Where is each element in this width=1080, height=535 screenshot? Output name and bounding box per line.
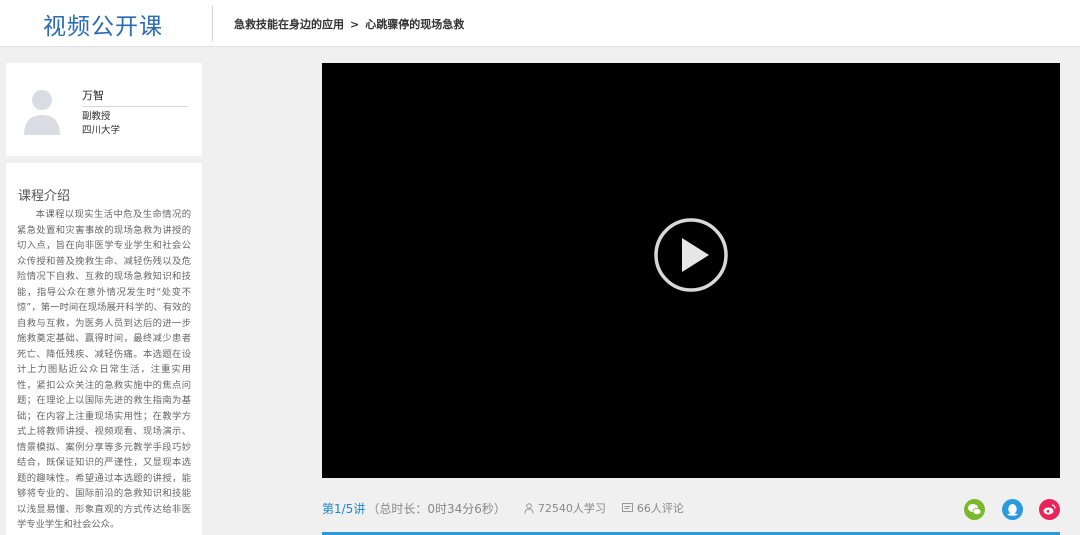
- qq-icon: [1007, 504, 1018, 516]
- comment-count[interactable]: 66人评论: [621, 500, 684, 516]
- course-intro-card: 课程介绍 本课程以现实生活中危及生命情况的紧急处置和灾害事故的现场急救为讲授的切…: [6, 163, 202, 535]
- course-intro-title: 课程介绍: [18, 189, 71, 204]
- video-player[interactable]: [322, 63, 1060, 478]
- breadcrumb-current-lesson: 心跳骤停的现场急救: [365, 18, 465, 31]
- share-wechat-button[interactable]: [964, 499, 985, 520]
- site-logo[interactable]: 视频公开课: [43, 7, 163, 41]
- breadcrumb-course-link[interactable]: 急救技能在身边的应用: [234, 16, 344, 32]
- person-icon: [524, 502, 534, 514]
- course-intro-text: 本课程以现实生活中危及生命情况的紧急处置和灾害事故的现场急救为讲授的切入点，旨在…: [17, 209, 191, 530]
- play-circle-icon[interactable]: [653, 217, 729, 293]
- avatar-icon: [24, 90, 60, 135]
- share-qq-button[interactable]: [1002, 499, 1023, 520]
- header-divider: [212, 6, 213, 41]
- breadcrumb: 急救技能在身边的应用 > 心跳骤停的现场急救: [234, 16, 464, 32]
- teacher-title: 副教授: [82, 111, 111, 122]
- teacher-card: 万智 副教授 四川大学: [6, 63, 202, 156]
- lesson-number: 第1/5讲: [322, 501, 366, 516]
- teacher-school: 四川大学: [82, 125, 121, 136]
- share-weibo-button[interactable]: [1039, 499, 1060, 520]
- top-header: 视频公开课 急救技能在身边的应用 > 心跳骤停的现场急救: [0, 0, 1080, 47]
- lesson-info-bar: 第1/5讲 （总时长：0时34分6秒） 72540人学习 66人评论: [322, 496, 1060, 520]
- weibo-icon: [1043, 504, 1056, 515]
- breadcrumb-separator: >: [350, 17, 360, 31]
- learner-count: 72540人学习: [524, 500, 606, 516]
- lesson-duration: （总时长：0时34分6秒）: [367, 501, 506, 516]
- wechat-icon: [968, 504, 982, 516]
- comment-icon: [621, 503, 633, 512]
- comment-count-text: 66人评论: [636, 502, 684, 515]
- teacher-name[interactable]: 万智: [82, 87, 188, 107]
- learner-count-text: 72540人学习: [537, 502, 606, 515]
